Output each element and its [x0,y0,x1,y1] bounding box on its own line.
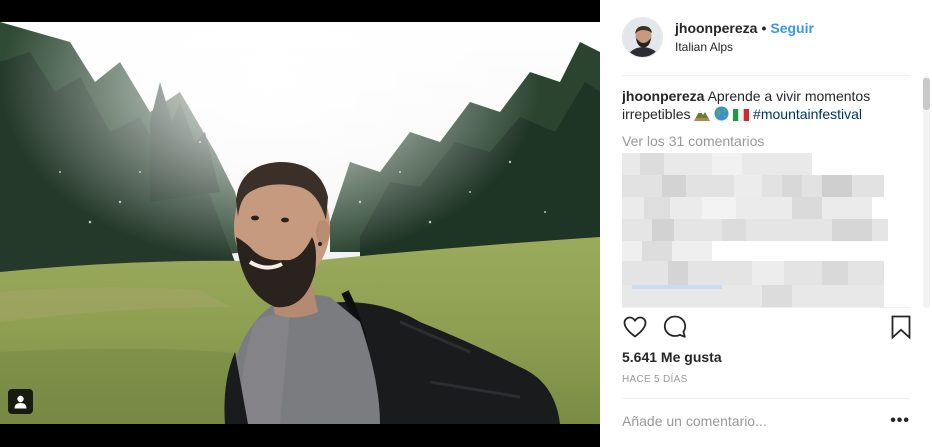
comments-section: jhoonpereza Aprende a vivir momentos irr… [622,87,912,307]
caption-hashtag[interactable]: #mountainfestival [753,106,862,122]
mountain-emoji-icon [694,107,711,125]
header-divider [622,75,910,76]
comments-scrollbar[interactable] [923,76,930,308]
italy-flag-emoji-icon [733,107,750,125]
person-tag-icon[interactable] [8,389,33,414]
heart-icon[interactable] [622,314,648,340]
separator-dot: • [761,20,767,36]
post-actions [622,314,912,342]
post-username[interactable]: jhoonpereza [675,20,757,36]
globe-emoji-icon [714,106,729,125]
caption-username[interactable]: jhoonpereza [622,88,704,104]
post-header: jhoonpereza • Seguir Italian Alps [622,16,912,58]
more-options-button[interactable]: ••• [890,413,910,429]
comment-divider [622,398,910,399]
comment-input[interactable] [622,413,872,429]
post-side-panel: jhoonpereza • Seguir Italian Alps jhoonper… [600,0,932,447]
bookmark-icon[interactable] [888,314,914,340]
header-text: jhoonpereza • Seguir Italian Alps [675,19,814,55]
post-location[interactable]: Italian Alps [675,39,814,55]
add-comment-bar: ••• [622,413,912,431]
post-caption: jhoonpereza Aprende a vivir momentos irr… [622,87,912,125]
view-all-comments-link[interactable]: Ver los 31 comentarios [622,132,912,150]
header-line: jhoonpereza • Seguir [675,19,814,37]
follow-button[interactable]: Seguir [770,20,814,36]
blurred-comments [622,153,892,307]
post-timestamp[interactable]: HACE 5 DÍAS [622,374,688,386]
post-media [0,0,600,447]
likes-count[interactable]: 5.641 Me gusta [622,348,722,366]
actions-divider [622,307,910,308]
scroll-thumb[interactable] [923,78,930,110]
avatar[interactable] [622,16,663,58]
post-photo[interactable] [0,22,600,424]
comment-icon[interactable] [662,314,688,340]
